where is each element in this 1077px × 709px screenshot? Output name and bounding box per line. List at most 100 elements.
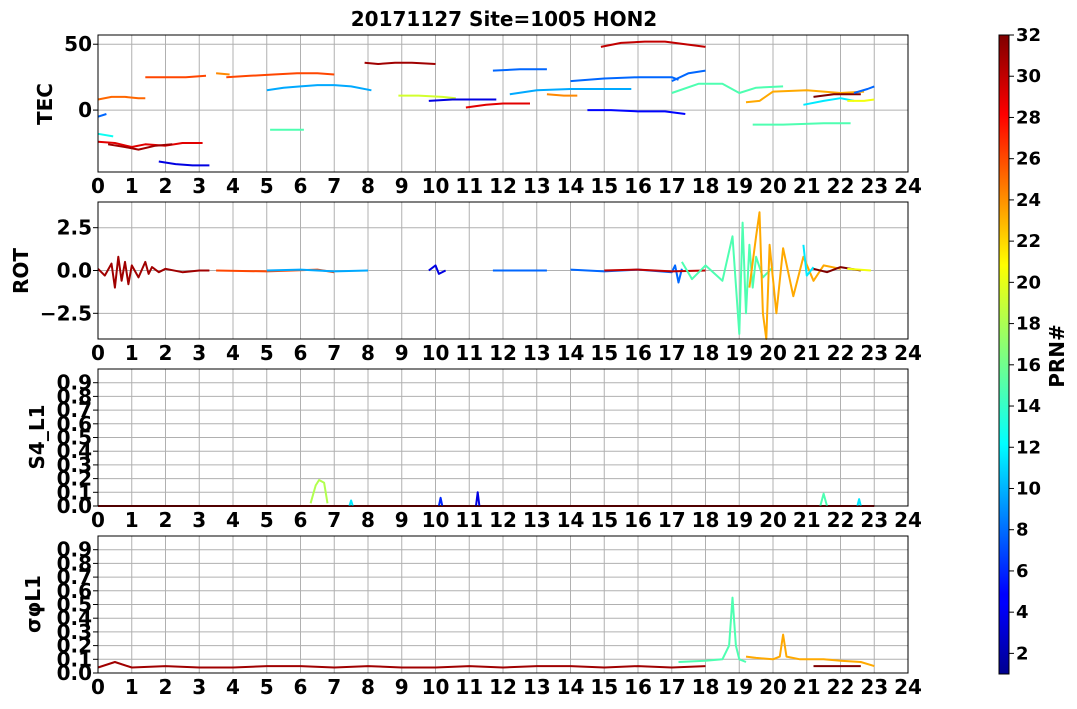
colorbar-tick-label: 8: [1016, 520, 1029, 541]
x-tick-label: 4: [226, 341, 240, 365]
x-tick-label: 14: [557, 675, 585, 699]
x-tick-label: 22: [827, 508, 855, 532]
x-tick-label: 10: [422, 341, 450, 365]
sigma-phi-ylabel: σφL1: [21, 575, 45, 633]
x-tick-label: 11: [455, 675, 483, 699]
x-tick-label: 5: [260, 174, 274, 198]
series-line: [546, 93, 578, 97]
x-tick-label: 1: [125, 341, 139, 365]
series-line: [570, 264, 683, 284]
series-line: [428, 98, 497, 102]
x-tick-label: 11: [455, 174, 483, 198]
x-tick-label: 3: [192, 341, 206, 365]
x-tick-label: 17: [658, 508, 686, 532]
x-tick-label: 22: [827, 174, 855, 198]
x-tick-label: 22: [827, 675, 855, 699]
x-tick-label: 16: [624, 675, 652, 699]
x-tick-label: 13: [523, 675, 551, 699]
series-line: [803, 97, 855, 106]
x-tick-label: 3: [192, 174, 206, 198]
series-line: [745, 89, 865, 104]
x-tick-label: 12: [489, 174, 517, 198]
x-tick-label: 10: [422, 508, 450, 532]
series-line: [465, 102, 530, 109]
x-tick-label: 11: [455, 341, 483, 365]
series-line: [309, 479, 329, 504]
prn-colorbar: 2468101214161820222426283032 PRN#: [998, 25, 1069, 675]
x-tick-label: 14: [557, 174, 585, 198]
colorbar-tick-label: 28: [1016, 107, 1041, 128]
x-tick-label: 13: [523, 508, 551, 532]
colorbar-tick-label: 26: [1016, 149, 1041, 170]
x-tick-label: 7: [327, 675, 341, 699]
series-line: [97, 132, 114, 138]
x-tick-label: 2: [159, 174, 173, 198]
colorbar-tick-label: 20: [1016, 272, 1041, 293]
tec-ylabel: TEC: [33, 83, 57, 125]
series-line: [853, 85, 875, 94]
x-tick-label: 12: [489, 508, 517, 532]
x-tick-label: 10: [422, 174, 450, 198]
x-tick-label: 19: [725, 174, 753, 198]
colorbar-tick-label: 10: [1016, 478, 1041, 499]
series-line: [97, 255, 210, 289]
colorbar-tick-label: 4: [1016, 602, 1029, 623]
x-tick-label: 9: [395, 508, 409, 532]
s4-ylabel: S4_L1: [25, 405, 49, 470]
x-tick-label: 14: [557, 341, 585, 365]
x-tick-label: 0: [91, 675, 105, 699]
colorbar-label: PRN#: [1045, 324, 1069, 388]
series-line: [819, 492, 828, 507]
series-line: [745, 633, 875, 668]
x-tick-label: 23: [860, 174, 888, 198]
y-tick-label: 0.9: [57, 538, 92, 562]
series-line: [364, 61, 436, 65]
x-tick-label: 17: [658, 675, 686, 699]
x-tick-label: 24: [894, 174, 922, 198]
x-tick-label: 21: [793, 341, 821, 365]
x-tick-label: 5: [260, 508, 274, 532]
x-tick-label: 8: [361, 508, 375, 532]
x-tick-label: 16: [624, 174, 652, 198]
x-tick-label: 8: [361, 675, 375, 699]
series-line: [97, 95, 146, 101]
series-line: [216, 72, 230, 76]
y-tick-label: 2.5: [57, 216, 92, 240]
x-tick-label: 0: [91, 174, 105, 198]
colorbar-gradient: [998, 34, 1010, 675]
x-tick-label: 7: [327, 508, 341, 532]
x-tick-label: 9: [395, 341, 409, 365]
x-tick-label: 1: [125, 675, 139, 699]
x-tick-label: 2: [159, 341, 173, 365]
tec-panel: 0 1 2 3 4 5 6 7 8 9 10 11 12 13 14 15 16 17 18 19 20 21 22 23 24…: [33, 32, 922, 198]
x-tick-label: 7: [327, 174, 341, 198]
x-tick-label: 2: [159, 675, 173, 699]
x-tick-label: 5: [260, 675, 274, 699]
x-tick-label: 4: [226, 174, 240, 198]
x-tick-label: 9: [395, 174, 409, 198]
x-tick-label: 18: [692, 508, 720, 532]
series-line: [475, 491, 481, 507]
x-tick-label: 24: [894, 675, 922, 699]
colorbar-tick-label: 2: [1016, 643, 1029, 664]
colorbar-tick-label: 24: [1016, 190, 1041, 211]
colorbar-tick-label: 18: [1016, 314, 1041, 335]
series-line: [681, 221, 774, 335]
series-line: [671, 82, 784, 94]
x-tick-label: 6: [294, 341, 308, 365]
x-tick-label: 13: [523, 174, 551, 198]
x-tick-label: 23: [860, 341, 888, 365]
series-line: [570, 76, 679, 83]
x-tick-label: 15: [590, 341, 618, 365]
x-tick-label: 19: [725, 675, 753, 699]
x-tick-label: 1: [125, 174, 139, 198]
x-tick-label: 21: [793, 508, 821, 532]
x-tick-label: 14: [557, 508, 585, 532]
series-line: [671, 69, 706, 83]
x-tick-label: 6: [294, 174, 308, 198]
s4-panel: 0 1 2 3 4 5 6 7 8 9 10 11 12 13 14 15 16 17 18 19 20 21 22 23 24…: [25, 368, 922, 532]
colorbar-tick-label: 22: [1016, 231, 1041, 252]
rot-panel: 0 1 2 3 4 5 6 7 8 9 10 11 12 13 14 15 16 17 18 19 20 21 22 23 24…: [9, 201, 922, 365]
colorbar-tick-label: 32: [1016, 25, 1041, 46]
colorbar-tick-label: 14: [1016, 396, 1041, 417]
